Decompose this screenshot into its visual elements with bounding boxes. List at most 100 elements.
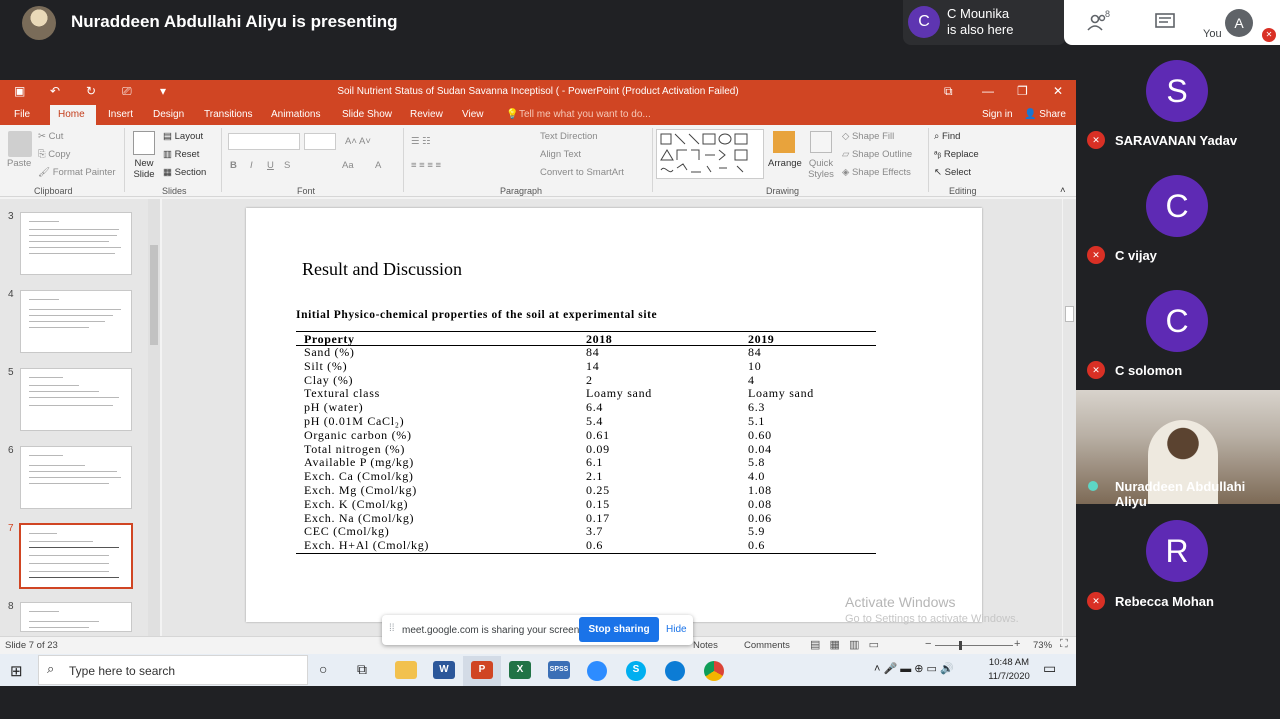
strikethrough-icon[interactable]: S	[284, 160, 290, 171]
collapse-ribbon-icon[interactable]: ˄	[1060, 185, 1066, 196]
tab-insert[interactable]: Insert	[108, 109, 133, 120]
word-icon[interactable]: W	[433, 661, 455, 679]
excel-icon[interactable]: X	[509, 661, 531, 679]
copy-button[interactable]: ⎘ Copy	[38, 149, 70, 160]
tab-animations[interactable]: Animations	[271, 109, 320, 120]
ribbon-display-icon[interactable]: ⧉	[944, 84, 953, 99]
search-placeholder[interactable]: Type here to search	[69, 664, 175, 678]
slide-thumbnail[interactable]	[20, 602, 132, 632]
tab-design[interactable]: Design	[153, 109, 184, 120]
tab-slide-show[interactable]: Slide Show	[342, 109, 392, 120]
zoom-out-icon[interactable]: −	[925, 638, 931, 650]
reset-button[interactable]: ▥ Reset	[163, 149, 199, 160]
select-button[interactable]: ↖ Select	[934, 167, 971, 178]
slide-scrollbar[interactable]	[1063, 199, 1076, 636]
find-button[interactable]: ⌕ Find	[934, 131, 960, 142]
zoom-in-icon[interactable]: +	[1014, 638, 1020, 650]
zoom-app-icon[interactable]	[587, 661, 607, 681]
font-color-icon[interactable]: A	[375, 160, 381, 171]
slide-thumbnail-selected[interactable]	[19, 523, 133, 589]
replace-button[interactable]: ᵃᵦ Replace	[934, 149, 979, 160]
sign-in-link[interactable]: Sign in	[982, 109, 1013, 120]
skype-icon[interactable]: S	[626, 661, 646, 681]
powerpoint-icon[interactable]: P	[471, 661, 493, 679]
change-case-icon[interactable]: Aa	[342, 160, 354, 171]
undo-icon[interactable]: ↶	[50, 84, 60, 98]
stop-sharing-button[interactable]: Stop sharing	[579, 617, 659, 642]
text-direction-button[interactable]: Text Direction	[540, 131, 598, 142]
drag-handle-icon[interactable]: ⁞⁞	[389, 623, 395, 634]
align-text-button[interactable]: Align Text	[540, 149, 581, 160]
tab-review[interactable]: Review	[410, 109, 443, 120]
windows-start-icon[interactable]: ⊞	[10, 662, 23, 680]
you-avatar[interactable]: A	[1225, 9, 1253, 37]
zoom-slider-handle[interactable]	[959, 641, 962, 650]
zoom-level[interactable]: 73%	[1033, 640, 1052, 651]
file-explorer-icon[interactable]	[395, 661, 417, 679]
save-icon[interactable]: ▣	[14, 84, 25, 98]
redo-icon[interactable]: ↻	[86, 84, 96, 98]
scrollbar-thumb[interactable]	[1065, 306, 1074, 322]
section-button[interactable]: ▦ Section	[163, 167, 206, 178]
hide-button[interactable]: Hide	[666, 624, 687, 635]
chrome-icon[interactable]	[704, 661, 724, 681]
restore-icon[interactable]: ❐	[1017, 84, 1028, 98]
new-slide-button[interactable]: New Slide	[130, 158, 158, 180]
italic-icon[interactable]: I	[250, 160, 253, 171]
close-icon[interactable]: ✕	[1053, 84, 1063, 98]
shape-outline-button[interactable]: ▱ Shape Outline	[842, 149, 912, 160]
cut-button[interactable]: ✂ Cut	[38, 131, 63, 142]
shape-effects-button[interactable]: ◈ Shape Effects	[842, 167, 911, 178]
edge-icon[interactable]	[665, 661, 685, 681]
arrange-button[interactable]: Arrange	[768, 158, 802, 169]
align-icons[interactable]: ≡ ≡ ≡ ≡	[411, 160, 441, 171]
comments-button[interactable]: Comments	[744, 640, 790, 651]
fit-slide-icon[interactable]: ⛶	[1060, 638, 1068, 651]
present-icon[interactable]: ⎚	[122, 84, 132, 99]
scrollbar-thumb[interactable]	[150, 245, 158, 345]
slide-thumbnail[interactable]	[20, 368, 132, 431]
underline-icon[interactable]: U	[267, 160, 274, 171]
spss-icon[interactable]: SPSS	[548, 661, 570, 679]
table-caption[interactable]: Initial Physico-chemical properties of t…	[296, 309, 657, 321]
tab-transitions[interactable]: Transitions	[204, 109, 253, 120]
tab-file[interactable]: File	[14, 109, 30, 120]
quick-styles-button[interactable]: Quick Styles	[804, 158, 838, 180]
slide-title[interactable]: Result and Discussion	[302, 259, 462, 280]
bold-icon[interactable]: B	[230, 160, 237, 171]
tab-home[interactable]: Home	[58, 109, 85, 120]
convert-smartart-button[interactable]: Convert to SmartArt	[540, 167, 624, 178]
font-name-box[interactable]	[228, 133, 300, 150]
zoom-slider[interactable]	[935, 645, 1013, 646]
layout-button[interactable]: ▤ Layout	[163, 131, 203, 142]
tell-me-box[interactable]: Tell me what you want to do...	[519, 109, 651, 120]
format-painter-button[interactable]: 🖌 Format Painter	[38, 167, 116, 178]
bullets-icon[interactable]: ☰ ☷	[411, 136, 431, 147]
system-tray-icons[interactable]: ˄ 🎤 ▬ ⊕ ▭ 🔊	[874, 662, 954, 675]
minimize-icon[interactable]: —	[982, 84, 994, 98]
new-slide-icon[interactable]	[133, 131, 155, 155]
arrange-icon[interactable]	[773, 131, 795, 153]
cortana-icon[interactable]: ○	[319, 661, 327, 677]
slide-thumbnail[interactable]	[20, 212, 132, 275]
share-button[interactable]: 👤 Share	[1024, 109, 1066, 120]
clock-time[interactable]: 10:48 AM	[988, 657, 1030, 668]
notes-button[interactable]: Notes	[693, 640, 718, 651]
paste-button[interactable]: Paste	[7, 158, 31, 169]
paste-icon[interactable]	[8, 131, 32, 157]
people-button[interactable]: 8	[1087, 9, 1111, 37]
tab-view[interactable]: View	[462, 109, 484, 120]
font-size-box[interactable]	[304, 133, 336, 150]
notifications-icon[interactable]: ▭	[1043, 660, 1056, 677]
shape-fill-button[interactable]: ◇ Shape Fill	[842, 131, 894, 142]
customize-qat-icon[interactable]: ▾	[160, 84, 166, 98]
shapes-gallery[interactable]	[656, 129, 764, 179]
clock-date[interactable]: 11/7/2020	[988, 671, 1030, 682]
slide-thumbnail[interactable]	[20, 290, 132, 353]
task-view-icon[interactable]: ⧉	[357, 661, 367, 678]
view-buttons[interactable]: ▤ ▦ ▥ ▭	[810, 638, 879, 651]
quick-styles-icon[interactable]	[810, 131, 832, 153]
chat-button[interactable]	[1155, 13, 1175, 36]
slide-thumbnail[interactable]	[20, 446, 132, 509]
grow-font-icon[interactable]: A˄ A˅	[345, 136, 371, 147]
